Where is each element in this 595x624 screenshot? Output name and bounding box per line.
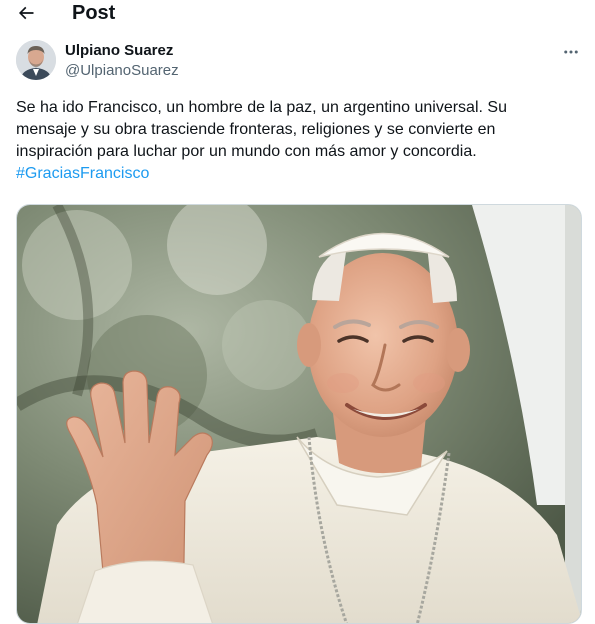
author-name[interactable]: Ulpiano Suarez (65, 41, 173, 60)
page-title: Post (72, 2, 116, 24)
user-avatar-image (16, 40, 56, 80)
more-horizontal-icon (564, 50, 578, 54)
tweet-line: Se ha ido Francisco, un hombre de la paz… (16, 99, 507, 116)
tweet-line: inspiración para luchar por un mundo con… (16, 143, 477, 160)
back-button[interactable] (12, 1, 40, 25)
photo-illustration (17, 205, 581, 623)
tweet-text: Se ha ido Francisco, un hombre de la paz… (16, 97, 582, 185)
tweet-line: mensaje y su obra trasciende fronteras, … (16, 121, 496, 138)
more-options-button[interactable] (559, 40, 583, 64)
post-header: Post (0, 0, 595, 28)
author-handle[interactable]: @UlpianoSuarez (65, 61, 179, 80)
tweet-photo[interactable] (16, 204, 582, 624)
hashtag-link[interactable]: #GraciasFrancisco (16, 163, 582, 185)
avatar[interactable] (16, 40, 56, 80)
arrow-left-icon (18, 6, 34, 20)
